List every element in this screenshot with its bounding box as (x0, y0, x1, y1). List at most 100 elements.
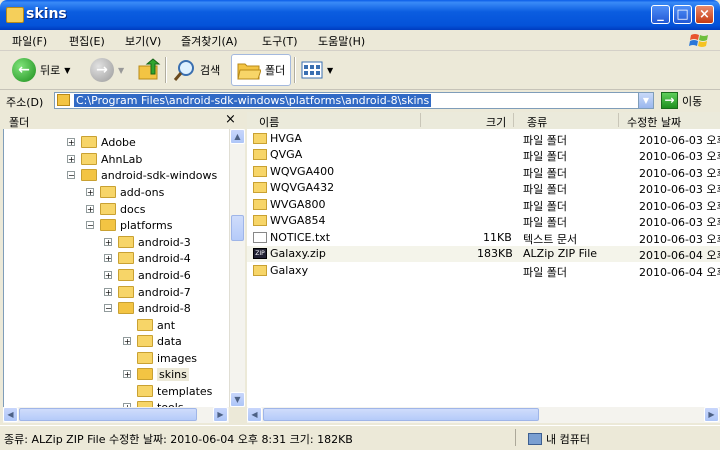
search-label: 검색 (200, 64, 221, 77)
address-label: 주소(D) (6, 96, 44, 109)
address-dropdown-icon[interactable]: ▼ (638, 93, 653, 108)
search-button[interactable]: 검색 (172, 55, 220, 85)
tree-item-adobe[interactable]: + Adobe (67, 134, 136, 150)
file-row[interactable]: WVGA854 파일 폴더 2010-06-03 오후 (247, 213, 720, 229)
file-row[interactable]: Galaxy 파일 폴더 2010-06-04 오후 (247, 263, 720, 279)
file-row[interactable]: HVGA 파일 폴더 2010-06-03 오후 (247, 131, 720, 147)
scroll-left-icon[interactable]: ◀ (3, 407, 18, 422)
go-button[interactable]: → 이동 (661, 92, 702, 109)
expand-icon[interactable]: + (104, 238, 112, 247)
folder-tree[interactable]: + Adobe + AhnLab − android-sdk-windows +… (3, 129, 244, 407)
folder-tree-horizontal-scrollbar[interactable]: ◀ ▶ (3, 407, 229, 423)
up-folder-button[interactable] (137, 55, 161, 85)
collapse-icon[interactable]: − (86, 221, 94, 230)
tree-item-docs[interactable]: + docs (86, 201, 146, 217)
scroll-right-icon[interactable]: ▶ (213, 407, 228, 422)
forward-button[interactable]: → ▼ (90, 55, 124, 85)
file-type: 파일 폴더 (523, 134, 567, 147)
scroll-down-icon[interactable]: ▼ (230, 392, 245, 407)
scroll-left-icon[interactable]: ◀ (247, 407, 262, 422)
column-divider[interactable] (420, 113, 421, 127)
file-row[interactable]: WVGA800 파일 폴더 2010-06-03 오후 (247, 197, 720, 213)
address-input[interactable]: C:\Program Files\android-sdk-windows\pla… (54, 92, 654, 109)
views-dropdown-icon[interactable]: ▼ (327, 66, 333, 75)
file-row-hovered[interactable]: ZIP Galaxy.zip 183KB ALZip ZIP File 2010… (247, 246, 720, 262)
column-modified[interactable]: 수정한 날짜 (627, 114, 681, 130)
column-divider[interactable] (618, 113, 619, 127)
file-row[interactable]: NOTICE.txt 11KB 텍스트 문서 2010-06-03 오후 (247, 230, 720, 246)
expand-icon[interactable]: + (104, 254, 112, 263)
back-dropdown-icon[interactable]: ▼ (64, 66, 70, 75)
expand-icon[interactable]: + (104, 288, 112, 297)
menu-tools[interactable]: 도구(T) (262, 33, 298, 49)
column-name[interactable]: 이름 (259, 114, 279, 130)
tree-item-android-8[interactable]: − android-8 (104, 300, 191, 316)
status-divider (515, 429, 516, 446)
tree-item-data[interactable]: + data (123, 333, 182, 349)
address-path[interactable]: C:\Program Files\android-sdk-windows\pla… (74, 94, 432, 107)
folders-button[interactable]: 폴더 (231, 54, 292, 86)
expand-icon[interactable]: + (86, 188, 94, 197)
scroll-right-icon[interactable]: ▶ (704, 407, 719, 422)
close-button[interactable]: × (695, 5, 714, 24)
tree-item-label: android-3 (138, 235, 191, 249)
file-name: WQVGA432 (270, 181, 335, 194)
maximize-button[interactable]: □ (673, 5, 692, 24)
menu-favorites[interactable]: 즐겨찾기(A) (181, 33, 238, 49)
back-button[interactable]: ← 뒤로 ▼ (12, 55, 70, 85)
minimize-button[interactable]: _ (651, 5, 670, 24)
tree-item-label: platforms (120, 218, 173, 232)
tree-item-android-3[interactable]: + android-3 (104, 234, 191, 250)
menu-edit[interactable]: 편집(E) (69, 33, 105, 49)
menu-view[interactable]: 보기(V) (125, 33, 161, 49)
folder-icon (137, 352, 153, 364)
menu-help[interactable]: 도움말(H) (318, 33, 365, 49)
tree-item-skins[interactable]: + skins (123, 366, 189, 382)
tree-item-ant[interactable]: ant (137, 317, 175, 333)
tree-item-tools[interactable]: + tools (123, 399, 184, 407)
tree-item-images[interactable]: images (137, 350, 197, 366)
file-row[interactable]: WQVGA400 파일 폴더 2010-06-03 오후 (247, 164, 720, 180)
folder-icon (118, 269, 134, 281)
folder-icon (137, 335, 153, 347)
folders-pane-close-icon[interactable]: × (225, 112, 236, 127)
collapse-icon[interactable]: − (104, 304, 112, 313)
scroll-thumb[interactable] (231, 215, 244, 241)
file-row[interactable]: WQVGA432 파일 폴더 2010-06-03 오후 (247, 180, 720, 196)
tree-item-add-ons[interactable]: + add-ons (86, 184, 164, 200)
text-document-icon (253, 232, 267, 243)
column-size[interactable]: 크기 (486, 114, 506, 130)
column-divider[interactable] (513, 113, 514, 127)
windows-logo-icon (689, 34, 708, 47)
expand-icon[interactable]: + (104, 271, 112, 280)
expand-icon[interactable]: + (123, 337, 131, 346)
file-row[interactable]: QVGA 파일 폴더 2010-06-03 오후 (247, 147, 720, 163)
tree-item-platforms[interactable]: − platforms (86, 217, 172, 233)
title-bar[interactable]: skins _ □ × (0, 0, 720, 30)
file-modified: 2010-06-03 오후 (639, 134, 720, 147)
menu-file[interactable]: 파일(F) (12, 33, 47, 49)
views-button[interactable]: ▼ (301, 55, 333, 85)
column-type[interactable]: 종류 (527, 114, 547, 130)
scroll-thumb[interactable] (263, 408, 539, 421)
tree-item-android-6[interactable]: + android-6 (104, 267, 191, 283)
forward-dropdown-icon[interactable]: ▼ (118, 66, 124, 75)
expand-icon[interactable]: + (123, 370, 131, 379)
tree-item-android-sdk-windows[interactable]: − android-sdk-windows (67, 167, 217, 183)
tree-item-ahnlab[interactable]: + AhnLab (67, 151, 142, 167)
expand-icon[interactable]: + (67, 155, 75, 164)
tree-item-templates[interactable]: templates (137, 383, 212, 399)
folder-tree-vertical-scrollbar[interactable]: ▲ ▼ (229, 129, 245, 407)
tree-item-android-7[interactable]: + android-7 (104, 284, 191, 300)
tree-item-android-4[interactable]: + android-4 (104, 250, 191, 266)
status-location-label: 내 컴퓨터 (546, 433, 590, 446)
file-list[interactable]: HVGA 파일 폴더 2010-06-03 오후 QVGA 파일 폴더 2010… (247, 129, 720, 407)
folder-open-icon (81, 169, 97, 181)
scroll-thumb[interactable] (19, 408, 197, 421)
expand-icon[interactable]: + (86, 205, 94, 214)
scroll-up-icon[interactable]: ▲ (230, 129, 245, 144)
collapse-icon[interactable]: − (67, 171, 75, 180)
tree-item-label-selected: skins (157, 367, 189, 381)
file-list-horizontal-scrollbar[interactable]: ◀ ▶ (247, 407, 720, 423)
expand-icon[interactable]: + (67, 138, 75, 147)
